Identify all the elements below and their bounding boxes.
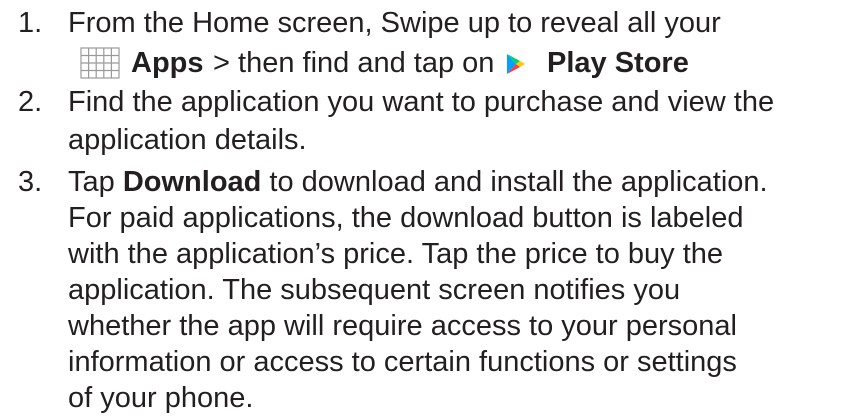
- instructions-document: 1. From the Home screen, Swipe up to rev…: [0, 0, 847, 419]
- apps-grid-icon: [80, 47, 120, 79]
- step-text-suffix: to download and install the application.: [261, 166, 768, 198]
- apps-label: Apps: [131, 47, 204, 79]
- play-store-icon: [494, 44, 534, 84]
- step-1: 1. From the Home screen, Swipe up to rev…: [0, 4, 847, 88]
- step-text-line: > then find and tap on: [205, 47, 503, 79]
- step-number: 2.: [18, 86, 43, 118]
- step-2: 2. Find the application you want to purc…: [0, 83, 847, 159]
- step-text-line: For paid applications, the download butt…: [68, 202, 744, 234]
- step-text-line: application details.: [68, 124, 307, 156]
- step-number: 1.: [18, 7, 43, 39]
- step-3: 3. Tap Download to download and install …: [0, 163, 847, 419]
- download-label: Download: [122, 166, 262, 198]
- play-store-label: Play Store: [547, 47, 689, 79]
- step-text-line: Tap Download to download and install the…: [68, 163, 768, 201]
- step-text-line: From the Home screen, Swipe up to reveal…: [68, 7, 721, 39]
- step-text-line: with the application’s price. Tap the pr…: [68, 238, 724, 270]
- step-text-line: of your phone.: [68, 382, 254, 414]
- step-number: 3.: [18, 166, 43, 198]
- step-text-line: whether the app will require access to y…: [68, 310, 737, 342]
- step-text-prefix: Tap: [68, 166, 123, 198]
- step-text-line: application. The subsequent screen notif…: [68, 274, 681, 306]
- step-text-line: Find the application you want to purchas…: [68, 86, 775, 118]
- step-text-line: information or access to certain functio…: [68, 346, 737, 378]
